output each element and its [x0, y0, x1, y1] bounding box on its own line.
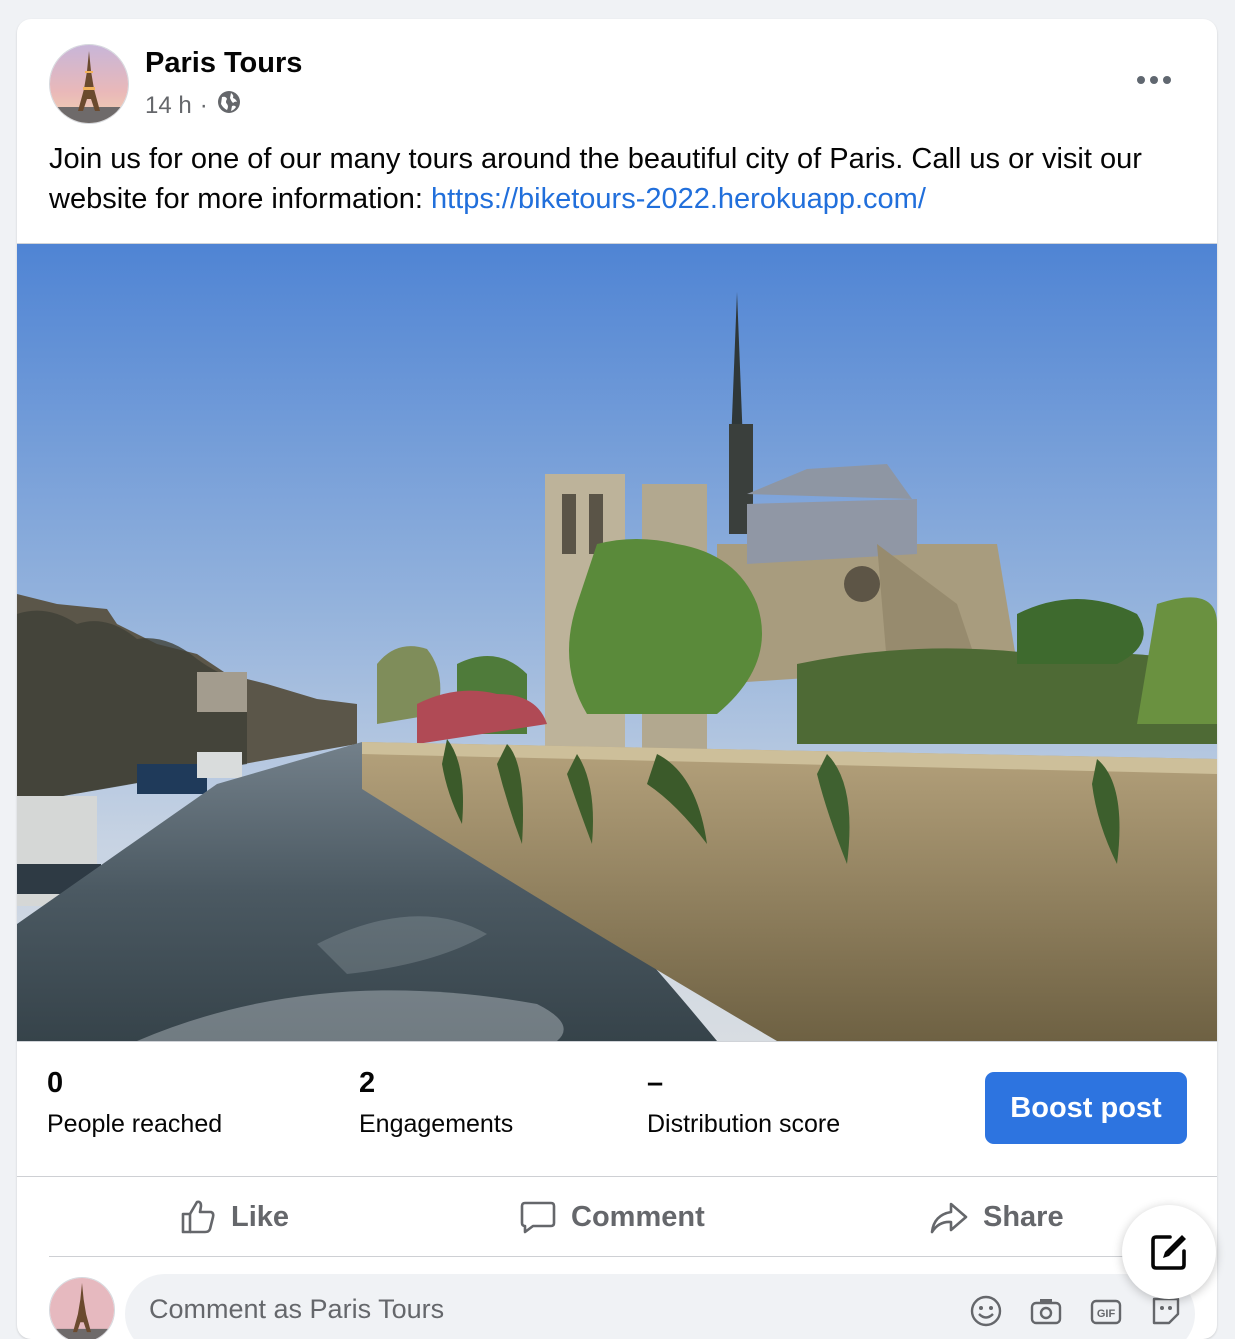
boost-post-button[interactable]: Boost post	[985, 1072, 1187, 1144]
metric-label: Distribution score	[647, 1110, 841, 1138]
divider	[17, 1176, 1217, 1177]
camera-icon[interactable]	[1029, 1294, 1063, 1328]
comment-input[interactable]: Comment as Paris Tours GIF	[125, 1274, 1195, 1339]
metric-label: People reached	[47, 1110, 223, 1138]
metric-value: 2	[359, 1067, 376, 1099]
metric-label: Engagements	[359, 1110, 514, 1138]
post-text: Join us for one of our many tours around…	[49, 139, 1189, 219]
comment-button[interactable]: Comment	[519, 1189, 705, 1245]
post-card: Paris Tours 14 h · Join us for one of ou…	[17, 19, 1217, 1339]
share-label: Share	[983, 1200, 1064, 1233]
gif-icon[interactable]: GIF	[1089, 1294, 1123, 1328]
metric-engagements[interactable]: 2 Engagements	[359, 1067, 513, 1139]
comment-tools: GIF	[969, 1294, 1183, 1328]
meta-separator: ·	[199, 91, 208, 119]
globe-icon[interactable]	[216, 89, 242, 122]
more-options-button[interactable]	[1129, 63, 1179, 97]
post-photo[interactable]	[17, 243, 1217, 1042]
comment-label: Comment	[571, 1200, 705, 1233]
divider	[49, 1256, 1185, 1257]
more-icon	[1137, 76, 1171, 84]
metric-distribution-score[interactable]: – Distribution score	[647, 1067, 840, 1139]
metric-people-reached[interactable]: 0 People reached	[47, 1067, 222, 1139]
post-meta: 14 h ·	[145, 89, 242, 122]
like-button[interactable]: Like	[179, 1189, 289, 1245]
edit-icon	[1151, 1235, 1186, 1270]
sticker-icon[interactable]	[1149, 1294, 1183, 1328]
share-icon	[930, 1202, 968, 1234]
commenter-avatar[interactable]	[49, 1277, 115, 1339]
page-avatar[interactable]	[49, 44, 129, 124]
emoji-icon[interactable]	[969, 1294, 1003, 1328]
post-time[interactable]: 14 h	[145, 92, 192, 120]
page-name[interactable]: Paris Tours	[145, 47, 302, 80]
share-button[interactable]: Share	[929, 1189, 1064, 1245]
thumbs-up-icon	[181, 1200, 215, 1234]
comment-icon	[520, 1201, 556, 1234]
metric-value: –	[647, 1067, 664, 1099]
post-link[interactable]: https://biketours-2022.herokuapp.com/	[431, 183, 926, 215]
like-label: Like	[231, 1200, 290, 1233]
compose-message-button[interactable]	[1122, 1205, 1216, 1299]
metric-value: 0	[47, 1067, 64, 1099]
